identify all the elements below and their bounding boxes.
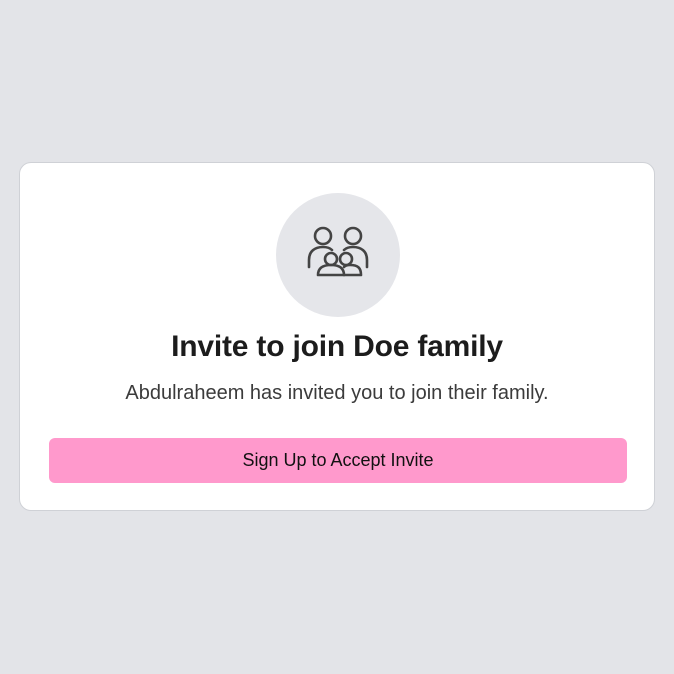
invite-title: Invite to join Doe family [171, 330, 503, 363]
invite-card: Invite to join Doe family Abdulraheem ha… [19, 162, 655, 511]
page: Invite to join Doe family Abdulraheem ha… [0, 0, 674, 674]
accept-invite-button[interactable]: Sign Up to Accept Invite [49, 438, 627, 483]
invite-message: Abdulraheem has invited you to join thei… [125, 382, 549, 404]
avatar [276, 193, 400, 317]
family-icon [307, 226, 369, 277]
